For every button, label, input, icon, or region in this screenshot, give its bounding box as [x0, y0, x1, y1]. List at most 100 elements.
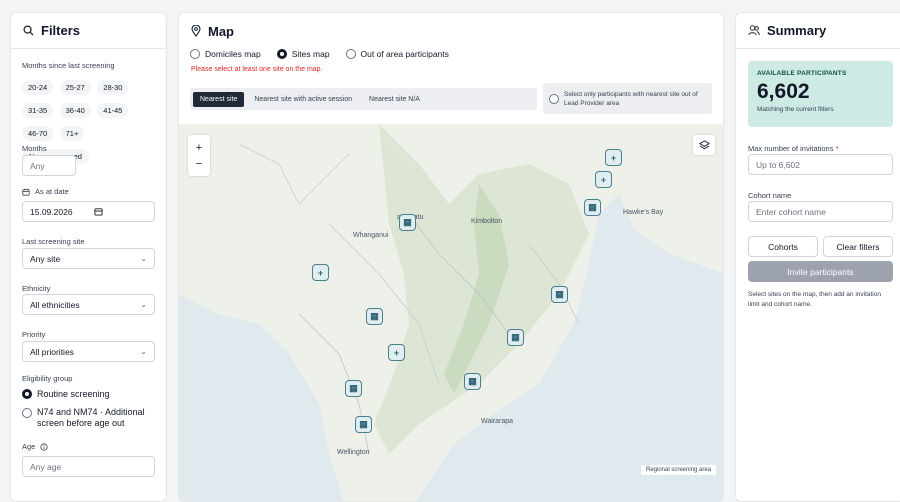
site-marker[interactable]: ▦	[584, 199, 601, 216]
priority-select[interactable]: All priorities ⌄	[22, 341, 155, 362]
matching-text: Matching the current filters	[757, 106, 834, 113]
place-partial: Hawke's Bay	[623, 209, 664, 216]
place-label: Whanganui	[353, 232, 389, 239]
info-icon[interactable]	[40, 442, 48, 451]
radio-unselected[interactable]	[190, 49, 200, 59]
available-label: AVAILABLE PARTICIPANTS	[757, 70, 847, 77]
last-site-value: Any site	[30, 253, 61, 264]
month-chip[interactable]: 71+	[59, 126, 85, 141]
as-at-date-input[interactable]: 15.09.2026	[22, 201, 155, 222]
cohort-name-input[interactable]: Enter cohort name	[748, 201, 893, 222]
radio-selected[interactable]	[22, 389, 32, 399]
site-marker[interactable]: ▦	[345, 380, 362, 397]
site-marker-add[interactable]: +	[605, 149, 622, 166]
month-chip[interactable]: 31-35	[22, 103, 54, 118]
clear-filters-button[interactable]: Clear filters	[823, 236, 893, 257]
required-mark: *	[835, 144, 839, 153]
users-icon	[748, 25, 760, 36]
cohort-name-label: Cohort name	[748, 191, 792, 200]
site-marker[interactable]: ▦	[464, 373, 481, 390]
as-at-date-label-row: As at date	[22, 187, 155, 196]
map-canvas[interactable]: anawatu Hawke's Bay Whanganui Kimbolton …	[179, 124, 723, 501]
eligibility-option-label: N74 and NM74 · Additional screen before …	[37, 407, 145, 428]
map-title: Map	[208, 23, 234, 39]
priority-value: All priorities	[30, 346, 74, 357]
site-marker[interactable]: ▦	[551, 286, 568, 303]
map-terrain	[179, 124, 723, 501]
view-option-label: Out of area participants	[360, 49, 449, 59]
ethnicity-value: All ethnicities	[30, 299, 80, 310]
filters-panel: Filters Months since last screening 20-2…	[10, 12, 167, 502]
ethnicity-label: Ethnicity	[22, 284, 51, 293]
site-marker[interactable]: ▦	[355, 416, 372, 433]
summary-panel: Summary AVAILABLE PARTICIPANTS 6,602 Mat…	[735, 12, 900, 502]
last-site-select[interactable]: Any site ⌄	[22, 248, 155, 269]
radio-selected[interactable]	[276, 49, 287, 59]
age-placeholder: Any age	[30, 461, 62, 472]
available-count: 6,602	[757, 80, 810, 103]
site-marker-add[interactable]: +	[595, 171, 612, 188]
tab-nearest-site-active-session[interactable]: Nearest site with active session	[247, 92, 359, 107]
place-label: Kimbolton	[471, 218, 503, 225]
zoom-in-button[interactable]: +	[196, 142, 202, 153]
site-marker-add[interactable]: +	[312, 264, 329, 281]
age-label-row: Age	[22, 442, 155, 451]
month-chip[interactable]: 28-30	[97, 80, 129, 95]
months-input[interactable]: Any	[22, 155, 76, 176]
calendar-icon[interactable]	[94, 207, 103, 216]
month-chip[interactable]: 36-40	[59, 103, 91, 118]
search-icon	[23, 25, 34, 36]
cohorts-button[interactable]: Cohorts	[748, 236, 818, 257]
max-invitations-input[interactable]: Up to 6,602	[748, 154, 893, 175]
site-marker[interactable]: ▦	[399, 214, 416, 231]
view-option-domiciles[interactable]: Domiciles map	[190, 49, 261, 59]
chevron-down-icon: ⌄	[140, 347, 147, 356]
site-marker-add[interactable]: +	[388, 344, 405, 361]
nearest-site-tabs: Nearest site Nearest site with active se…	[190, 88, 537, 110]
month-chip[interactable]: 46-70	[22, 126, 54, 141]
map-header: Map	[179, 13, 723, 49]
radio-unselected[interactable]	[22, 408, 32, 418]
month-chip[interactable]: 20-24	[22, 80, 54, 95]
site-marker[interactable]: ▦	[366, 308, 383, 325]
tab-nearest-site-na[interactable]: Nearest site N/A	[362, 92, 427, 107]
zoom-out-button[interactable]: −	[196, 158, 202, 169]
filters-header: Filters	[11, 13, 166, 49]
max-invitations-placeholder: Up to 6,602	[756, 159, 800, 170]
layers-icon	[698, 139, 710, 149]
map-panel: Map Domiciles map Sites map Out of area …	[178, 12, 724, 502]
invite-participants-button[interactable]: Invite participants	[748, 261, 893, 282]
site-marker[interactable]: ▦	[507, 329, 524, 346]
lead-provider-checkbox[interactable]	[549, 93, 559, 104]
chevron-down-icon: ⌄	[140, 254, 147, 263]
calendar-icon	[22, 188, 30, 196]
max-invitations-label: Max number of invitations	[748, 144, 834, 153]
priority-label: Priority	[22, 330, 46, 339]
lead-provider-toggle[interactable]: Select only participants with nearest si…	[543, 83, 712, 114]
as-at-date-value: 15.09.2026	[30, 206, 73, 217]
summary-hint-text: Select sites on the map, then add an inv…	[748, 291, 881, 308]
months-label: Months	[22, 144, 47, 153]
eligibility-option-routine[interactable]: Routine screening	[22, 389, 155, 399]
months-since-label: Months since last screening	[22, 61, 115, 70]
ethnicity-select[interactable]: All ethnicities ⌄	[22, 294, 155, 315]
view-option-out-of-area[interactable]: Out of area participants	[345, 49, 449, 59]
place-label: Wellington	[337, 449, 370, 456]
map-legend: Regional screening area	[641, 465, 717, 475]
eligibility-option-n74[interactable]: N74 and NM74 · Additional screen before …	[22, 407, 155, 429]
radio-unselected[interactable]	[345, 49, 356, 59]
zoom-controls: + −	[188, 135, 210, 176]
map-pin-icon	[191, 25, 201, 37]
eligibility-option-label: Routine screening	[37, 389, 110, 399]
place-label: Wairarapa	[481, 418, 514, 425]
age-input[interactable]: Any age	[22, 456, 155, 477]
month-chip[interactable]: 41-45	[97, 103, 129, 118]
layers-button[interactable]	[693, 135, 715, 155]
summary-title: Summary	[767, 23, 827, 38]
filters-title: Filters	[41, 23, 81, 38]
tab-nearest-site[interactable]: Nearest site	[193, 91, 245, 107]
summary-header: Summary	[736, 13, 900, 49]
as-at-date-label: As at date	[35, 187, 69, 196]
month-chip[interactable]: 25-27	[59, 80, 91, 95]
view-option-sites[interactable]: Sites map	[276, 49, 330, 59]
